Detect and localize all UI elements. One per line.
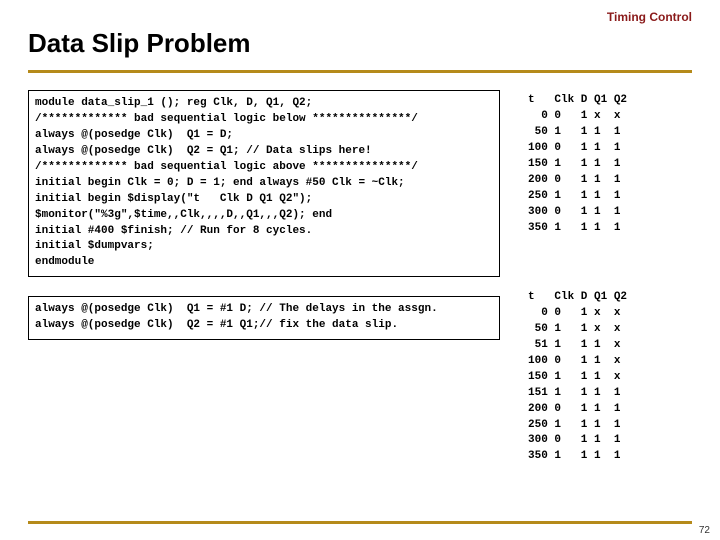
code-block-module: module data_slip_1 (); reg Clk, D, Q1, Q… [28, 90, 500, 277]
title-divider [28, 70, 692, 73]
footer-divider [28, 521, 692, 524]
topic-label: Timing Control [607, 10, 692, 24]
code-block-fix: always @(posedge Clk) Q1 = #1 D; // The … [28, 296, 500, 340]
page-title: Data Slip Problem [28, 28, 251, 59]
simulation-output-bad: t Clk D Q1 Q2 0 0 1 x x 50 1 1 1 1 100 0… [528, 93, 627, 236]
simulation-output-fixed: t Clk D Q1 Q2 0 0 1 x x 50 1 1 x x 51 1 … [528, 290, 627, 465]
page-number: 72 [699, 525, 710, 536]
